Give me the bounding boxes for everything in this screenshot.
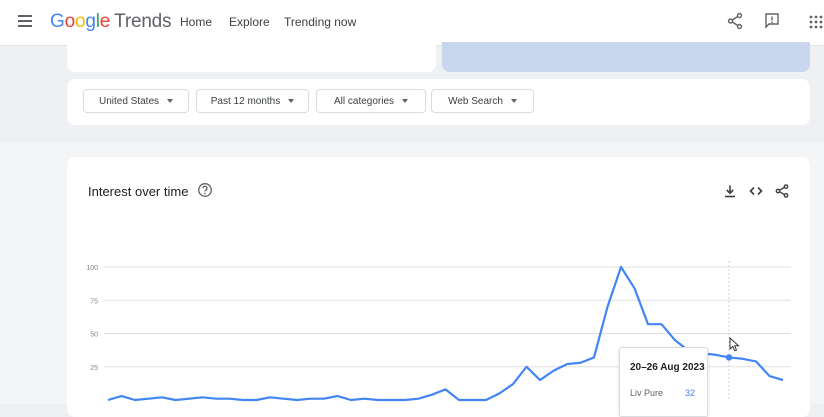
nav-trending-now[interactable]: Trending now <box>284 15 356 29</box>
caret-down-icon <box>402 99 409 103</box>
add-comparison-card[interactable] <box>442 42 810 72</box>
highlight-point <box>725 354 733 361</box>
caret-down-icon <box>167 99 174 103</box>
search-type-filter[interactable]: Web Search <box>431 89 534 113</box>
top-app-bar: Google Trends Home Explore Trending now <box>0 0 824 46</box>
mouse-cursor-icon <box>729 337 740 352</box>
y-tick-label: 100 <box>86 265 98 272</box>
time-range-filter[interactable]: Past 12 months <box>196 89 309 113</box>
interest-over-time-card: Interest over time 100 75 50 25 20–26 Aug 2… <box>67 157 810 417</box>
tooltip-series-name: Liv Pure <box>630 388 664 398</box>
region-filter[interactable]: United States <box>83 89 189 113</box>
google-trends-logo[interactable]: Google Trends <box>50 11 172 33</box>
tooltip-value: 32 <box>684 388 695 398</box>
nav-home[interactable]: Home <box>180 15 212 29</box>
y-tick-label: 75 <box>90 298 98 305</box>
hamburger-menu-icon[interactable] <box>18 15 32 27</box>
nav-explore[interactable]: Explore <box>229 15 270 29</box>
tooltip-date: 20–26 Aug 2023 <box>630 362 705 373</box>
caret-down-icon <box>510 99 517 103</box>
apps-grid-icon[interactable] <box>808 12 824 30</box>
feedback-icon[interactable] <box>764 12 780 30</box>
search-term-card <box>67 42 436 72</box>
y-tick-label: 50 <box>90 332 98 339</box>
chart-tooltip: 20–26 Aug 2023 Liv Pure 32 <box>619 347 708 417</box>
share-icon[interactable] <box>727 12 743 30</box>
filter-bar: United States Past 12 months All categor… <box>67 79 810 125</box>
category-filter[interactable]: All categories <box>316 89 426 113</box>
y-tick-label: 25 <box>90 365 98 372</box>
caret-down-icon <box>288 99 295 103</box>
